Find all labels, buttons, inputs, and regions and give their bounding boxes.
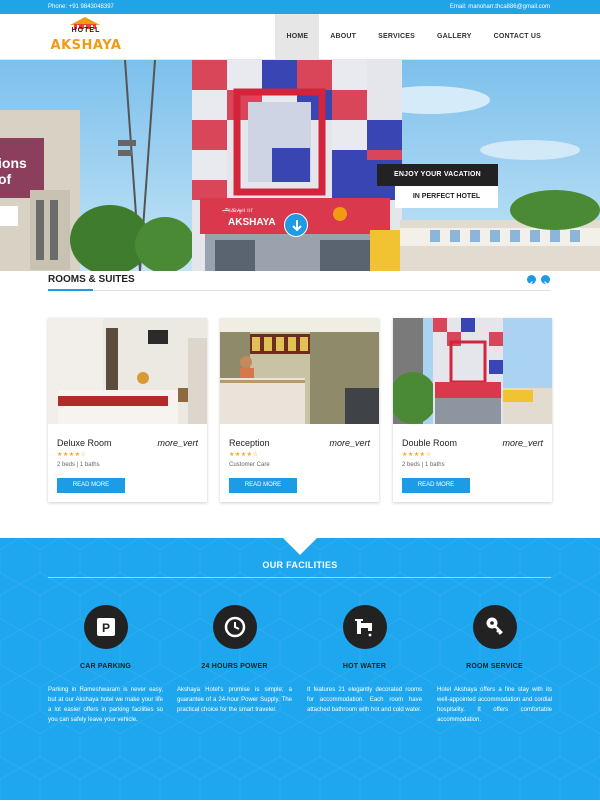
hero-slider[interactable]: ions of அக்ஷயா AKSHAYA ENJOY YOUR VACATI… — [0, 60, 600, 271]
room-title[interactable]: Double Room — [402, 438, 457, 448]
facility-title: 24 HOURS POWER — [201, 663, 268, 670]
hotel-logo[interactable]: HOTEL AKSHAYA — [48, 17, 124, 57]
room-photo[interactable] — [393, 318, 552, 424]
clock-icon — [213, 605, 257, 649]
main-menu: HOME ABOUT SERVICES GALLERY CONTACT US — [275, 14, 552, 59]
nav-services[interactable]: SERVICES — [367, 14, 426, 59]
facility-title: ROOM SERVICE — [466, 663, 523, 670]
navbar: HOTEL AKSHAYA HOME ABOUT SERVICES GALLER… — [0, 14, 600, 60]
divider — [48, 290, 551, 291]
key-icon — [473, 605, 517, 649]
logo-hotel-text: HOTEL — [71, 27, 101, 34]
hero-caption-line1: ENJOY YOUR VACATION — [377, 164, 498, 186]
scroll-down-button[interactable] — [284, 213, 308, 237]
phone-number: Phone: +91 9843048397 — [48, 4, 114, 10]
facility-title: HOT WATER — [342, 663, 387, 670]
more-vert-icon[interactable]: more_vert — [502, 438, 543, 448]
facility-text: It features 21 elegantly decorated rooms… — [307, 687, 422, 713]
logo-brand-text: AKSHAYA — [50, 38, 122, 53]
carousel-next-button[interactable] — [541, 275, 550, 286]
divider — [48, 577, 551, 578]
rooms-section-title: ROOMS & SUITES — [48, 274, 135, 285]
parking-icon: P — [84, 605, 128, 649]
chevron-left-icon — [529, 281, 533, 286]
room-meta: 2 beds | 1 baths — [57, 462, 100, 468]
facilities-title: OUR FACILITIES — [262, 560, 338, 570]
email-address[interactable]: Email: manoharr.thca886@gmail.com — [450, 0, 550, 14]
chevron-right-icon — [544, 281, 548, 286]
faucet-icon — [343, 605, 387, 649]
nav-contact-us[interactable]: CONTACT US — [483, 14, 552, 59]
read-more-button[interactable]: READ MORE — [402, 478, 470, 493]
read-more-button[interactable]: READ MORE — [57, 478, 125, 493]
read-more-button[interactable]: READ MORE — [229, 478, 297, 493]
section-notch — [283, 538, 317, 555]
room-card[interactable]: Reception more_vert ★★★★☆ Customer Care … — [220, 318, 379, 502]
facility-title: CAR PARKING — [79, 663, 132, 670]
carousel-prev-button[interactable] — [527, 275, 536, 286]
room-title[interactable]: Reception — [229, 438, 270, 448]
hero-photo: ions of அக்ஷயா AKSHAYA — [0, 60, 600, 271]
svg-text:P: P — [102, 621, 110, 635]
facility-text: Parking in Rameshwaram is never easy, bu… — [48, 687, 163, 723]
room-card[interactable]: Double Room more_vert ★★★★☆ 2 beds | 1 b… — [393, 318, 552, 502]
room-title[interactable]: Deluxe Room — [57, 438, 112, 448]
room-meta: Customer Care — [229, 462, 270, 468]
facility-text: Akshaya Hotel's promise is simple; a gua… — [177, 687, 292, 713]
hero-caption-line2: IN PERFECT HOTEL — [395, 186, 498, 208]
title-accent — [48, 289, 93, 291]
arrow-down-icon — [292, 220, 302, 232]
room-photo[interactable] — [48, 318, 207, 424]
top-bar: Phone: +91 9843048397 Email: manoharr.th… — [0, 0, 600, 14]
room-meta: 2 beds | 1 baths — [402, 462, 445, 468]
svg-text:அக்ஷயா: அக்ஷயா — [222, 205, 254, 214]
nav-about[interactable]: ABOUT — [319, 14, 367, 59]
svg-text:AKSHAYA: AKSHAYA — [228, 217, 276, 228]
nav-gallery[interactable]: GALLERY — [426, 14, 483, 59]
svg-text:ions: ions — [0, 155, 27, 171]
star-rating: ★★★★☆ — [402, 452, 432, 458]
room-card[interactable]: Deluxe Room more_vert ★★★★☆ 2 beds | 1 b… — [48, 318, 207, 502]
nav-home[interactable]: HOME — [275, 14, 320, 59]
room-photo[interactable] — [220, 318, 379, 424]
star-rating: ★★★★☆ — [229, 452, 259, 458]
svg-text:of: of — [0, 171, 12, 187]
facility-text: Hotel Akshaya offers a fine stay with it… — [437, 687, 552, 723]
more-vert-icon[interactable]: more_vert — [329, 438, 370, 448]
more-vert-icon[interactable]: more_vert — [157, 438, 198, 448]
star-rating: ★★★★☆ — [57, 452, 87, 458]
